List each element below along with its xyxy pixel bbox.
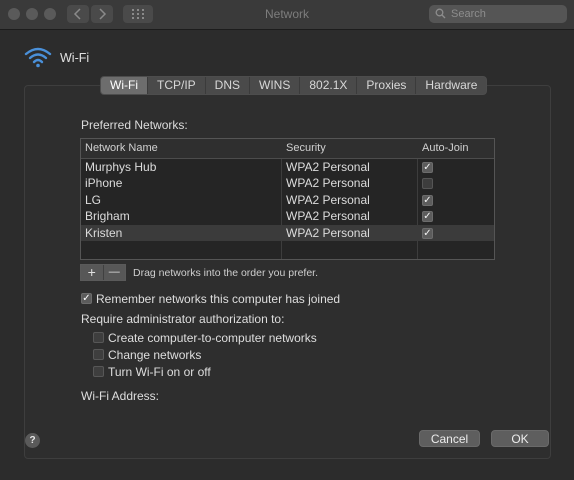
auto-join-checkbox[interactable]: ✓ [422, 194, 433, 206]
search-icon [435, 8, 446, 19]
remember-networks-checkbox[interactable]: ✓ [81, 293, 92, 304]
change-networks-label[interactable]: Change networks [108, 348, 201, 362]
toggle-wifi-label[interactable]: Turn Wi-Fi on or off [108, 365, 211, 379]
create-network-label[interactable]: Create computer-to-computer networks [108, 331, 317, 345]
table-row[interactable]: LG WPA2 Personal ✓ [81, 192, 494, 208]
column-header-auto-join[interactable]: Auto-Join [422, 142, 468, 154]
add-network-button[interactable]: + [81, 265, 104, 280]
table-row[interactable]: iPhone WPA2 Personal [81, 175, 494, 191]
ok-button[interactable]: OK [491, 430, 549, 447]
table-row[interactable]: Brigham WPA2 Personal ✓ [81, 208, 494, 224]
add-remove-control: + — [80, 264, 126, 281]
tab-hardware[interactable]: Hardware [416, 77, 486, 94]
help-icon: ? [29, 435, 36, 446]
auto-join-checkbox[interactable]: ✓ [422, 211, 433, 223]
wifi-icon [24, 47, 52, 68]
title-bar: Network [0, 0, 574, 30]
tab-bar: Wi-Fi TCP/IP DNS WINS 802.1X Proxies Har… [100, 76, 488, 95]
drag-hint-text: Drag networks into the order you prefer. [133, 267, 319, 279]
table-row[interactable]: Murphys Hub WPA2 Personal ✓ [81, 159, 494, 175]
network-name: Murphys Hub [85, 160, 157, 174]
auto-join-checkbox[interactable] [422, 178, 433, 190]
tab-proxies[interactable]: Proxies [357, 77, 417, 94]
remember-networks-label[interactable]: Remember networks this computer has join… [96, 292, 340, 306]
auto-join-checkbox[interactable]: ✓ [422, 227, 433, 239]
network-security: WPA2 Personal [286, 225, 370, 240]
network-security: WPA2 Personal [286, 160, 370, 174]
help-button[interactable]: ? [25, 433, 40, 448]
network-security: WPA2 Personal [286, 209, 370, 224]
tab-wins[interactable]: WINS [250, 77, 301, 94]
network-name: iPhone [85, 176, 123, 191]
create-network-checkbox[interactable] [93, 332, 104, 343]
network-name: Brigham [85, 209, 130, 224]
search-input[interactable] [449, 6, 563, 22]
network-name: Kristen [85, 225, 123, 240]
table-header: Network Name Security Auto-Join [81, 139, 494, 159]
network-security: WPA2 Personal [286, 176, 370, 191]
auto-join-checkbox[interactable]: ✓ [422, 162, 433, 173]
tab-tcpip[interactable]: TCP/IP [148, 77, 206, 94]
column-header-network-name[interactable]: Network Name [85, 142, 158, 154]
search-field[interactable] [429, 5, 567, 23]
preferred-networks-table[interactable]: Network Name Security Auto-Join Murphys … [80, 138, 495, 260]
tab-wifi[interactable]: Wi-Fi [101, 77, 148, 94]
network-name: LG [85, 192, 102, 207]
wifi-title: Wi-Fi [60, 51, 90, 65]
admin-authorization-heading: Require administrator authorization to: [81, 312, 285, 326]
table-row-selected[interactable]: Kristen WPA2 Personal ✓ [81, 224, 494, 241]
tab-8021x[interactable]: 802.1X [300, 77, 358, 94]
remove-network-button[interactable]: — [104, 265, 126, 280]
column-header-security[interactable]: Security [286, 142, 326, 154]
wifi-address-label: Wi-Fi Address: [81, 389, 160, 403]
preferred-networks-label: Preferred Networks: [81, 118, 188, 132]
change-networks-checkbox[interactable] [93, 349, 104, 360]
network-security: WPA2 Personal [286, 192, 370, 207]
toggle-wifi-checkbox[interactable] [93, 366, 104, 377]
cancel-button[interactable]: Cancel [419, 430, 480, 447]
tab-dns[interactable]: DNS [206, 77, 250, 94]
